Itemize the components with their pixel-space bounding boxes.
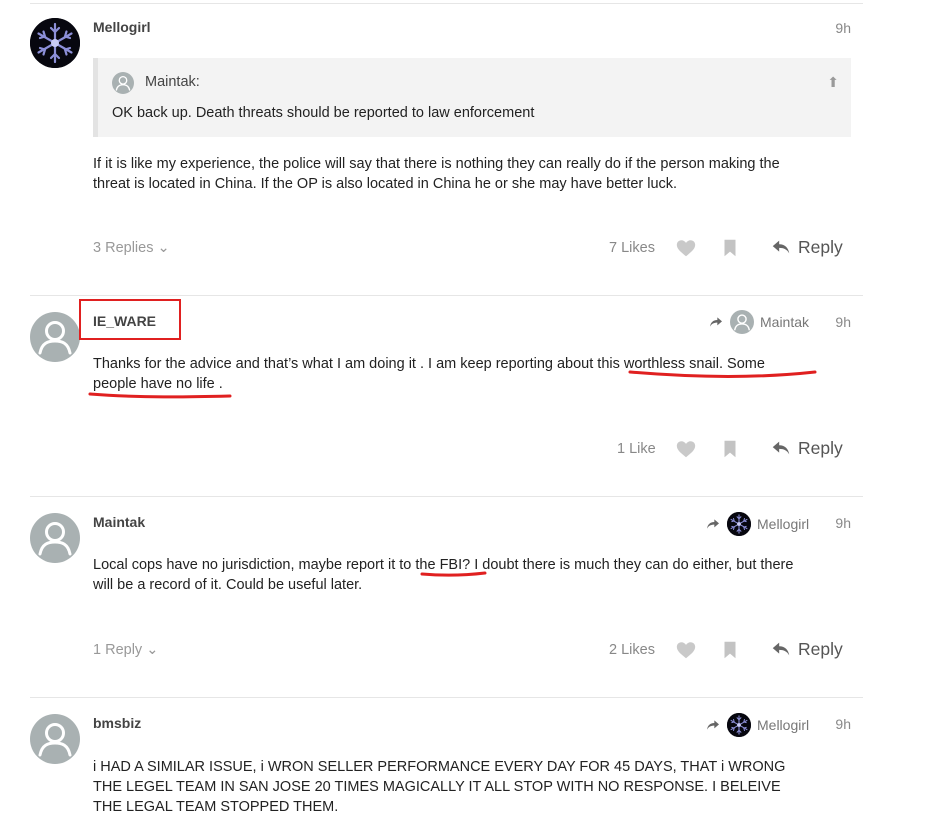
post-time[interactable]: 9h <box>835 716 851 732</box>
reply-to-username: Mellogirl <box>757 717 810 733</box>
likes-count[interactable]: 1 Like <box>617 441 656 457</box>
heart-icon[interactable] <box>675 438 697 460</box>
post-body-line: Local cops have no jurisdiction, maybe r… <box>93 557 794 573</box>
post-body: If it is like my experience, the police … <box>93 154 843 194</box>
share-icon <box>705 717 721 733</box>
post-body: Local cops have no jurisdiction, maybe r… <box>93 555 843 595</box>
post-body: Thanks for the advice and that’s what I … <box>93 354 843 394</box>
username[interactable]: Mellogirl <box>93 19 151 35</box>
avatar <box>727 713 751 737</box>
snowflake-icon <box>727 713 751 737</box>
bookmark-icon[interactable] <box>719 639 741 661</box>
post-divider <box>30 496 863 497</box>
reply-icon <box>770 236 792 258</box>
username[interactable]: Maintak <box>93 514 145 530</box>
post-time[interactable]: 9h <box>835 314 851 330</box>
reply-to-username: Maintak <box>760 314 810 330</box>
user-icon <box>30 714 80 764</box>
post-body: i HAD A SIMILAR ISSUE, i WRON SELLER PER… <box>93 757 843 817</box>
heart-icon[interactable] <box>675 639 697 661</box>
post-mellogirl: Mellogirl 9h Maintak: ⬆ OK back up. Deat… <box>30 18 863 280</box>
reply-button-label: Reply <box>798 236 843 257</box>
reply-to-indicator[interactable]: Mellogirl <box>705 713 809 737</box>
replies-count: 1 Reply <box>93 642 143 658</box>
post-divider <box>30 3 863 4</box>
reply-button-label: Reply <box>798 638 843 659</box>
reply-icon <box>770 437 792 459</box>
post-divider <box>30 697 863 698</box>
post-body-line: people have no life . <box>93 376 223 392</box>
replies-toggle[interactable]: 3 Replies ⌄ <box>93 240 170 256</box>
post-bmsbiz: bmsbiz Mellogirl 9h i HAD A SIMILAR ISSU… <box>30 713 863 824</box>
post-body-line: THE LEGEL TEAM IN SAN JOSE 20 TIMES MAGI… <box>93 779 781 795</box>
post-body-line: Thanks for the advice and that’s what I … <box>93 356 765 372</box>
avatar[interactable] <box>30 513 80 563</box>
post-divider <box>30 295 863 296</box>
reply-to-indicator[interactable]: Mellogirl <box>705 512 809 536</box>
heart-icon[interactable] <box>675 237 697 259</box>
post-actions: 3 Replies ⌄ 7 Likes Reply <box>30 234 863 264</box>
avatar <box>730 310 754 334</box>
avatar <box>727 512 751 536</box>
avatar[interactable] <box>30 18 80 68</box>
user-icon <box>730 310 754 334</box>
post-body-line: threat is located in China. If the OP is… <box>93 176 678 192</box>
avatar[interactable] <box>30 714 80 764</box>
reply-button-label: Reply <box>798 437 843 458</box>
quote-text: OK back up. Death threats should be repo… <box>112 105 535 121</box>
reply-button[interactable]: Reply <box>770 638 843 660</box>
post-body-line: If it is like my experience, the police … <box>93 156 780 172</box>
replies-count: 3 Replies <box>93 240 154 256</box>
avatar <box>112 72 134 94</box>
user-icon <box>112 72 134 94</box>
post-actions: 1 Reply ⌄ 2 Likes Reply <box>30 636 863 666</box>
reply-button[interactable]: Reply <box>770 236 843 258</box>
reply-to-indicator[interactable]: Maintak <box>708 310 809 334</box>
reply-button[interactable]: Reply <box>770 437 843 459</box>
quote-block: Maintak: ⬆ OK back up. Death threats sho… <box>93 58 851 137</box>
quote-author: Maintak: <box>145 74 200 90</box>
likes-count[interactable]: 2 Likes <box>609 642 655 658</box>
username[interactable]: bmsbiz <box>93 715 141 731</box>
reply-to-username: Mellogirl <box>757 516 810 532</box>
post-time[interactable]: 9h <box>835 20 851 36</box>
share-icon <box>705 516 721 532</box>
user-icon <box>30 513 80 563</box>
snowflake-icon <box>30 18 80 68</box>
bookmark-icon[interactable] <box>719 438 741 460</box>
post-body-line: i HAD A SIMILAR ISSUE, i WRON SELLER PER… <box>93 759 786 775</box>
avatar[interactable] <box>30 312 80 362</box>
user-icon <box>30 312 80 362</box>
post-body-line: THE LEGAL TEAM STOPPED THEM. <box>93 799 339 815</box>
post-body-line: will be a record of it. Could be useful … <box>93 577 363 593</box>
arrow-up-icon[interactable]: ⬆ <box>827 74 839 91</box>
share-icon <box>708 314 724 330</box>
replies-toggle[interactable]: 1 Reply ⌄ <box>93 642 158 658</box>
likes-count[interactable]: 7 Likes <box>609 240 655 256</box>
snowflake-icon <box>727 512 751 536</box>
bookmark-icon[interactable] <box>719 237 741 259</box>
post-actions: 1 Like Reply <box>30 435 863 465</box>
post-maintak: Maintak Mellogirl 9h Local cops have no … <box>30 512 863 683</box>
chevron-down-icon: ⌄ <box>146 642 159 658</box>
annotation-box <box>79 299 181 340</box>
chevron-down-icon: ⌄ <box>157 240 170 256</box>
post-time[interactable]: 9h <box>835 515 851 531</box>
reply-icon <box>770 638 792 660</box>
